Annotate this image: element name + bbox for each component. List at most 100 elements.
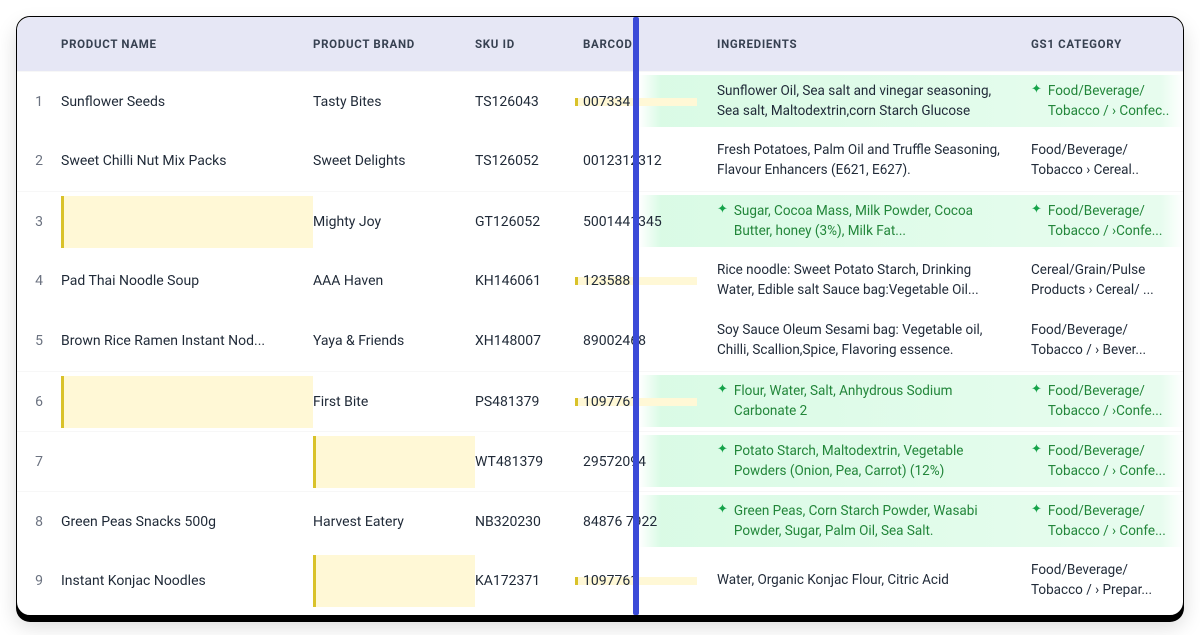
col-header-sku[interactable]: SKU ID (475, 37, 583, 51)
barcode-text: 5001441345 (583, 214, 662, 230)
sparkle-icon: ✦ (717, 442, 728, 457)
col-header-category[interactable]: GS1 CATEGORY (1023, 33, 1183, 55)
cell-barcode[interactable]: 29572094 (583, 454, 705, 470)
sparkle-icon: ✦ (717, 202, 728, 217)
cell-sku[interactable]: WT481379 (475, 454, 583, 470)
column-divider-handle[interactable] (633, 17, 639, 615)
cell-product-name[interactable]: Instant Konjac Noodles (61, 573, 313, 589)
table-row[interactable]: 3 Mighty JoyGT1260525001441345 ✦Sugar, Coc… (17, 191, 1183, 251)
cell-sku[interactable]: XH148007 (475, 333, 583, 349)
cell-barcode[interactable]: 123588 (583, 273, 705, 289)
category-text: Food/Beverage/ Tobacco / › Confe... (1048, 502, 1173, 541)
row-number: 9 (17, 573, 61, 589)
ingredients-text: Potato Starch, Maltodextrin, Vegetable P… (734, 442, 1007, 481)
cell-product-name[interactable]: Sweet Chilli Nut Mix Packs (61, 153, 313, 169)
barcode-text: 123588 (583, 273, 630, 289)
cell-ingredients[interactable]: ✦ Potato Starch, Maltodextrin, Vegetable … (705, 438, 1023, 485)
cell-sku[interactable]: TS126043 (475, 94, 583, 110)
row-number: 6 (17, 394, 61, 410)
cell-category[interactable]: Cereal/Grain/Pulse Products › Cereal/ ..… (1023, 257, 1183, 304)
row-number: 2 (17, 153, 61, 169)
ingredients-text: Flour, Water, Salt, Anhydrous Sodium Car… (734, 382, 1007, 421)
cell-ingredients[interactable]: ✦Sugar, Cocoa Mass, Milk Powder, Cocoa B… (705, 198, 1023, 245)
cell-category[interactable]: ✦Food/Beverage/ Tobacco / ›Confe... (1023, 378, 1183, 425)
ingredients-text: Water, Organic Konjac Flour, Citric Acid (717, 571, 1007, 591)
cell-ingredients[interactable]: ✦Green Peas, Corn Starch Powder, Wasabi … (705, 498, 1023, 545)
table-row[interactable]: 1Sunflower SeedsTasty BitesTS12604300733… (17, 71, 1183, 131)
cell-ingredients[interactable]: Soy Sauce Oleum Sesami bag: Vegetable oi… (705, 317, 1023, 364)
cell-sku[interactable]: TS126052 (475, 153, 583, 169)
table-row[interactable]: 4Pad Thai Noodle SoupAAA HavenKH14606112… (17, 251, 1183, 311)
cell-product-name[interactable]: Green Peas Snacks 500g (61, 514, 313, 530)
cell-product-name[interactable]: Brown Rice Ramen Instant Nod... (61, 333, 313, 349)
col-header-barcode[interactable]: BARCODE (583, 37, 705, 51)
row-number: 7 (17, 454, 61, 470)
table-row[interactable]: 8Green Peas Snacks 500gHarvest EateryNB3… (17, 491, 1183, 551)
cell-sku[interactable]: KH146061 (475, 273, 583, 289)
ingredients-text: Soy Sauce Oleum Sesami bag: Vegetable oi… (717, 321, 1007, 360)
cell-product-brand[interactable] (313, 555, 475, 607)
cell-product-name[interactable] (61, 196, 313, 248)
cell-product-brand[interactable]: Mighty Joy (313, 214, 475, 230)
category-text: Food/Beverage/ Tobacco / › Confec.. (1048, 82, 1173, 121)
cell-ingredients[interactable]: Rice noodle: Sweet Potato Starch, Drinki… (705, 257, 1023, 304)
cell-ingredients[interactable]: Sunflower Oil, Sea salt and vinegar seas… (705, 78, 1023, 125)
table-row[interactable]: 5Brown Rice Ramen Instant Nod...Yaya & F… (17, 311, 1183, 371)
sparkle-icon: ✦ (1031, 202, 1042, 217)
barcode-text: 1097761 (583, 573, 638, 589)
cell-sku[interactable]: PS481379 (475, 394, 583, 410)
cell-barcode[interactable]: 84876 7922 (583, 514, 705, 530)
cell-category[interactable]: Food/Beverage/ Tobacco › Cereal.. (1023, 137, 1183, 184)
col-header-ingredients[interactable]: INGREDIENTS (705, 33, 1023, 55)
cell-product-brand[interactable]: AAA Haven (313, 273, 475, 289)
cell-barcode[interactable]: 1097761 (583, 573, 705, 589)
barcode-text: 84876 7922 (583, 514, 657, 530)
cell-product-brand[interactable]: Harvest Eatery (313, 514, 475, 530)
cell-sku[interactable]: GT126052 (475, 214, 583, 230)
category-text: Food/Beverage/ Tobacco / ›Confe... (1048, 382, 1173, 421)
cell-sku[interactable]: KA172371 (475, 573, 583, 589)
category-text: Food/Beverage/ Tobacco / › Bever... (1031, 321, 1173, 360)
cell-category[interactable]: Food/Beverage/ Tobacco / › Prepar... (1023, 557, 1183, 604)
cell-barcode[interactable]: 5001441345 (583, 214, 705, 230)
category-text: Food/Beverage/ Tobacco › Cereal.. (1031, 141, 1173, 180)
cell-product-name[interactable]: Sunflower Seeds (61, 94, 313, 110)
table-row[interactable]: 6 First BitePS4813791097761✦Flour, Water,… (17, 371, 1183, 431)
barcode-text: 007334 (583, 94, 630, 110)
sparkle-icon: ✦ (717, 502, 728, 517)
cell-sku[interactable]: NB320230 (475, 514, 583, 530)
row-number: 8 (17, 514, 61, 530)
cell-category[interactable]: ✦ Food/Beverage/ Tobacco / ›Confe... (1023, 198, 1183, 245)
cell-category[interactable]: ✦Food/Beverage/ Tobacco / › Confe... (1023, 498, 1183, 545)
cell-barcode[interactable]: 89002468 (583, 333, 705, 349)
col-header-name[interactable]: PRODUCT NAME (61, 37, 313, 51)
cell-product-brand[interactable]: Tasty Bites (313, 94, 475, 110)
cell-barcode[interactable]: 0012312312 (583, 153, 705, 169)
cell-barcode[interactable]: 1097761 (583, 394, 705, 410)
cell-product-name[interactable]: Pad Thai Noodle Soup (61, 273, 313, 289)
barcode-text: 0012312312 (583, 153, 662, 169)
cell-product-brand[interactable]: First Bite (313, 394, 475, 410)
cell-ingredients[interactable]: Fresh Potatoes, Palm Oil and Truffle Sea… (705, 137, 1023, 184)
col-header-brand[interactable]: PRODUCT BRAND (313, 37, 475, 51)
sparkle-icon: ✦ (1031, 442, 1042, 457)
cell-product-brand[interactable]: Sweet Delights (313, 153, 475, 169)
cell-product-brand[interactable] (313, 436, 475, 488)
cell-category[interactable]: ✦ Food/Beverage/ Tobacco / › Confec.. (1023, 78, 1183, 125)
cell-category[interactable]: Food/Beverage/ Tobacco / › Bever... (1023, 317, 1183, 364)
sparkle-icon: ✦ (1031, 82, 1042, 97)
cell-ingredients[interactable]: ✦Flour, Water, Salt, Anhydrous Sodium Ca… (705, 378, 1023, 425)
category-text: Food/Beverage/ Tobacco / › Confe... (1048, 442, 1173, 481)
cell-product-name[interactable] (61, 376, 313, 428)
row-number: 1 (17, 94, 61, 110)
cell-ingredients[interactable]: Water, Organic Konjac Flour, Citric Acid (705, 567, 1023, 595)
row-number: 3 (17, 214, 61, 230)
table-row[interactable]: 7 WT48137929572094 ✦ Potato Starch, Maltode… (17, 431, 1183, 491)
cell-category[interactable]: ✦ Food/Beverage/ Tobacco / › Confe... (1023, 438, 1183, 485)
ingredients-text: Rice noodle: Sweet Potato Starch, Drinki… (717, 261, 1007, 300)
table-row[interactable]: 9Instant Konjac Noodles KA1723711097761 Wa… (17, 551, 1183, 611)
cell-barcode[interactable]: 007334 (583, 94, 705, 110)
cell-product-brand[interactable]: Yaya & Friends (313, 333, 475, 349)
table-row[interactable]: 2Sweet Chilli Nut Mix PacksSweet Delight… (17, 131, 1183, 191)
category-text: Food/Beverage/ Tobacco / ›Confe... (1048, 202, 1173, 241)
